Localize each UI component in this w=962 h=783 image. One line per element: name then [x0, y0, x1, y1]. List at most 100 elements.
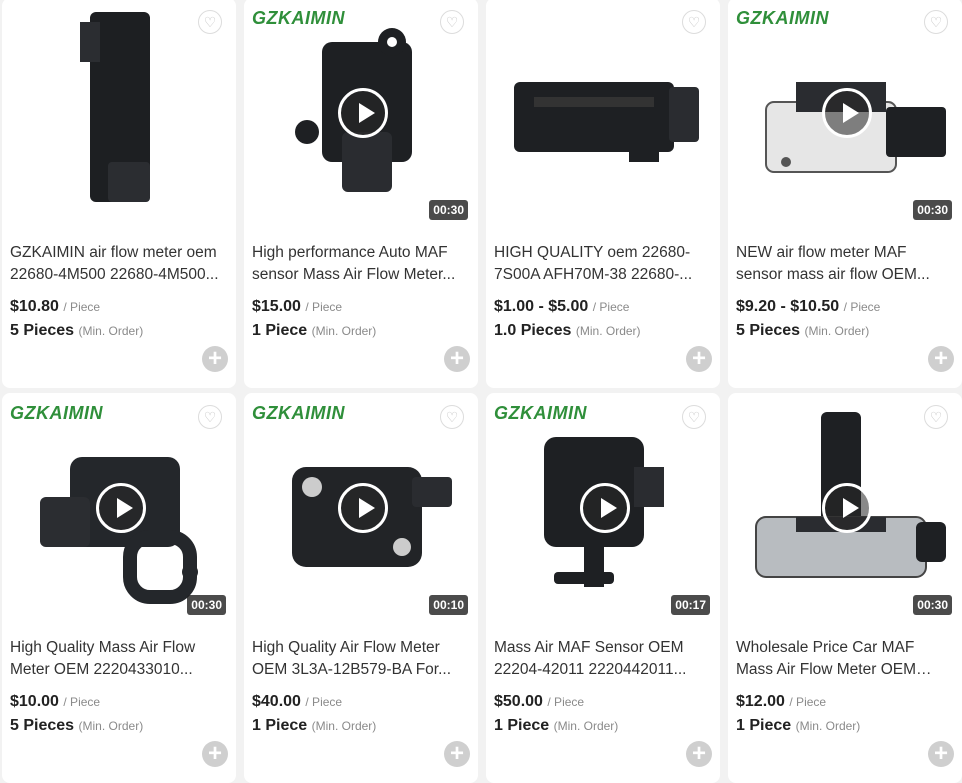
plus-circle-icon[interactable]: + [928, 741, 954, 767]
moq-value: 1 Piece [252, 717, 308, 734]
product-photo [494, 2, 714, 224]
product-price: $15.00 / Piece [252, 298, 342, 316]
moq-label: (Min. Order) [553, 719, 619, 733]
brand-logo: GZKAIMIN [252, 8, 345, 28]
product-card[interactable]: GZKAIMIN 00:10 ♡ High Quality Air Flow M… [244, 393, 478, 783]
plus-circle-icon[interactable]: + [444, 346, 470, 372]
product-image[interactable]: 00:30 [736, 397, 956, 619]
plus-circle-icon[interactable]: + [444, 741, 470, 767]
plus-circle-icon[interactable]: + [202, 741, 228, 767]
product-price: $40.00 / Piece [252, 693, 342, 711]
product-grid: ♡ GZKAIMIN air flow meter oem 22680-4M50… [0, 0, 962, 783]
product-title[interactable]: High performance Auto MAF sensor Mass Ai… [252, 242, 470, 286]
product-image[interactable]: GZKAIMIN 00:10 [252, 397, 472, 619]
product-photo [10, 2, 230, 224]
product-card[interactable]: ♡ GZKAIMIN air flow meter oem 22680-4M50… [2, 0, 236, 388]
brand-logo: GZKAIMIN [736, 8, 829, 28]
plus-circle-icon[interactable]: + [686, 741, 712, 767]
price-unit: / Piece [63, 300, 101, 314]
product-title[interactable]: High Quality Mass Air Flow Meter OEM 222… [10, 637, 228, 681]
price-value: $9.20 - $10.50 [736, 298, 840, 315]
price-value: $10.80 [10, 298, 59, 315]
product-card[interactable]: GZKAIMIN 00:17 ♡ Mass Air MAF Sensor OEM… [486, 393, 720, 783]
product-title[interactable]: GZKAIMIN air flow meter oem 22680-4M500 … [10, 242, 228, 286]
price-value: $10.00 [10, 693, 59, 710]
price-value: $12.00 [736, 693, 785, 710]
moq-label: (Min. Order) [804, 324, 870, 338]
product-title[interactable]: NEW air flow meter MAF sensor mass air f… [736, 242, 954, 286]
product-price: $10.00 / Piece [10, 693, 100, 711]
heart-icon[interactable]: ♡ [440, 10, 464, 34]
moq-value: 1 Piece [252, 322, 308, 339]
heart-icon[interactable]: ♡ [682, 405, 706, 429]
heart-icon[interactable]: ♡ [924, 10, 948, 34]
price-value: $15.00 [252, 298, 301, 315]
heart-icon[interactable]: ♡ [198, 10, 222, 34]
product-card[interactable]: ♡ HIGH QUALITY oem 22680-7S00A AFH70M-38… [486, 0, 720, 388]
video-duration: 00:30 [429, 200, 468, 220]
product-card[interactable]: GZKAIMIN 00:30 ♡ High performance Auto M… [244, 0, 478, 388]
min-order: 5 Pieces (Min. Order) [736, 322, 869, 340]
heart-icon[interactable]: ♡ [440, 405, 464, 429]
price-unit: / Piece [547, 695, 585, 709]
moq-value: 1.0 Pieces [494, 322, 572, 339]
price-unit: / Piece [843, 300, 881, 314]
moq-label: (Min. Order) [78, 719, 144, 733]
moq-label: (Min. Order) [311, 719, 377, 733]
plus-circle-icon[interactable]: + [202, 346, 228, 372]
min-order: 1.0 Pieces (Min. Order) [494, 322, 641, 340]
min-order: 5 Pieces (Min. Order) [10, 717, 143, 735]
min-order: 1 Piece (Min. Order) [252, 717, 376, 735]
product-title[interactable]: HIGH QUALITY oem 22680-7S00A AFH70M-38 2… [494, 242, 712, 286]
moq-label: (Min. Order) [575, 324, 641, 338]
product-price: $1.00 - $5.00 / Piece [494, 298, 629, 316]
product-card[interactable]: GZKAIMIN 00:30 ♡ High Quality Mass Air F… [2, 393, 236, 783]
heart-icon[interactable]: ♡ [682, 10, 706, 34]
video-duration: 00:10 [429, 595, 468, 615]
video-duration: 00:17 [671, 595, 710, 615]
play-icon[interactable] [822, 483, 872, 533]
play-icon[interactable] [96, 483, 146, 533]
price-unit: / Piece [592, 300, 630, 314]
heart-icon[interactable]: ♡ [198, 405, 222, 429]
moq-value: 1 Piece [736, 717, 792, 734]
play-icon[interactable] [338, 88, 388, 138]
price-unit: / Piece [63, 695, 101, 709]
price-value: $1.00 - $5.00 [494, 298, 589, 315]
play-icon[interactable] [822, 88, 872, 138]
min-order: 1 Piece (Min. Order) [736, 717, 860, 735]
product-image[interactable]: GZKAIMIN 00:30 [736, 2, 956, 224]
price-value: $40.00 [252, 693, 301, 710]
product-price: $10.80 / Piece [10, 298, 100, 316]
product-card[interactable]: 00:30 ♡ Wholesale Price Car MAF Mass Air… [728, 393, 962, 783]
product-image[interactable] [10, 2, 230, 224]
video-duration: 00:30 [913, 200, 952, 220]
brand-logo: GZKAIMIN [252, 403, 345, 423]
product-title[interactable]: High Quality Air Flow Meter OEM 3L3A-12B… [252, 637, 470, 681]
moq-value: 5 Pieces [10, 322, 75, 339]
price-value: $50.00 [494, 693, 543, 710]
plus-circle-icon[interactable]: + [686, 346, 712, 372]
product-title[interactable]: Mass Air MAF Sensor OEM 22204-42011 2220… [494, 637, 712, 681]
product-title[interactable]: Wholesale Price Car MAF Mass Air Flow Me… [736, 637, 954, 681]
moq-label: (Min. Order) [311, 324, 377, 338]
min-order: 1 Piece (Min. Order) [252, 322, 376, 340]
product-image[interactable]: GZKAIMIN 00:17 [494, 397, 714, 619]
brand-logo: GZKAIMIN [10, 403, 103, 423]
play-icon[interactable] [338, 483, 388, 533]
plus-circle-icon[interactable]: + [928, 346, 954, 372]
product-image[interactable]: GZKAIMIN 00:30 [10, 397, 230, 619]
video-duration: 00:30 [187, 595, 226, 615]
moq-value: 1 Piece [494, 717, 550, 734]
moq-value: 5 Pieces [736, 322, 801, 339]
product-price: $9.20 - $10.50 / Piece [736, 298, 880, 316]
moq-label: (Min. Order) [78, 324, 144, 338]
product-card[interactable]: GZKAIMIN 00:30 ♡ NEW air flow meter MAF … [728, 0, 962, 388]
price-unit: / Piece [305, 300, 343, 314]
product-image[interactable] [494, 2, 714, 224]
heart-icon[interactable]: ♡ [924, 405, 948, 429]
product-image[interactable]: GZKAIMIN 00:30 [252, 2, 472, 224]
price-unit: / Piece [789, 695, 827, 709]
brand-logo: GZKAIMIN [494, 403, 587, 423]
play-icon[interactable] [580, 483, 630, 533]
